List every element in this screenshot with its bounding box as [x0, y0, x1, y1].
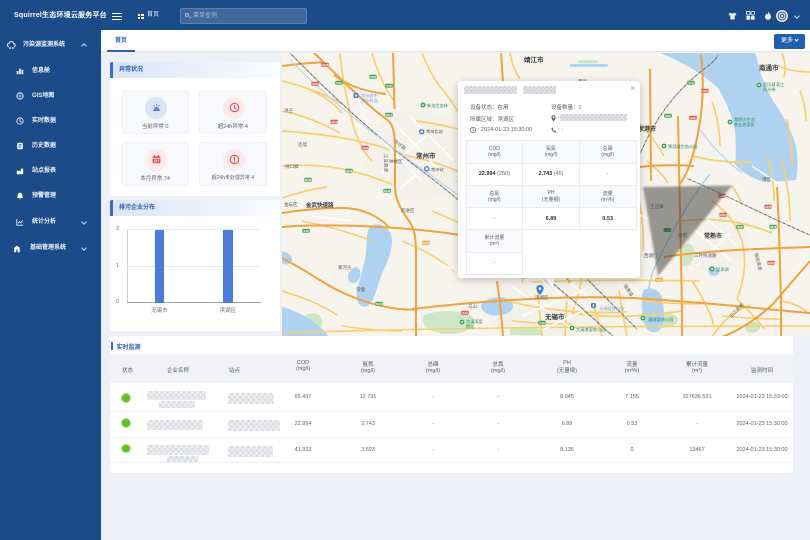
svg-text:S230: S230: [423, 241, 430, 245]
svg-text:S48: S48: [386, 84, 392, 88]
svg-text:S19: S19: [539, 321, 545, 325]
svg-text:S342: S342: [770, 225, 777, 229]
svg-text:S48: S48: [303, 229, 309, 233]
svg-text:风光带: 风光带: [763, 86, 776, 93]
svg-text:洪庄: 洪庄: [284, 107, 293, 114]
svg-text:G42: G42: [462, 311, 468, 315]
svg-text:武进区: 武进区: [401, 207, 415, 214]
svg-text:常州站: 常州站: [431, 166, 444, 173]
svg-text:黄泗浦生态公园: 黄泗浦生态公园: [668, 143, 697, 150]
svg-text:钟楼区: 钟楼区: [389, 158, 403, 165]
svg-text:港区: 港区: [762, 176, 771, 183]
svg-text:连墙: 连墙: [298, 141, 307, 148]
svg-text:漕湖湿地公园: 漕湖湿地公园: [648, 316, 673, 323]
svg-text:G524: G524: [719, 213, 726, 217]
svg-text:雪堰: 雪堰: [356, 286, 365, 293]
svg-text:黄河头: 黄河头: [338, 264, 352, 271]
svg-text:滨湖区: 滨湖区: [535, 294, 549, 301]
svg-text:靖江市: 靖江市: [524, 55, 544, 64]
svg-text:G346: G346: [361, 146, 368, 150]
svg-text:三环快速路: 三环快速路: [694, 252, 717, 259]
svg-text:金坛区: 金坛区: [284, 201, 298, 208]
svg-text:无锡硕放机场: 无锡硕放机场: [599, 305, 624, 312]
svg-text:农业旅游区: 农业旅游区: [734, 121, 755, 128]
svg-text:G346: G346: [321, 63, 328, 67]
svg-text:G233: G233: [311, 82, 318, 86]
svg-text:S39: S39: [336, 81, 342, 85]
svg-text:G204: G204: [767, 261, 774, 265]
svg-text:S240: S240: [305, 178, 312, 182]
svg-text:金武快速路: 金武快速路: [305, 201, 334, 209]
svg-text:S342: S342: [384, 189, 391, 193]
svg-text:昆承湖: 昆承湖: [716, 266, 729, 273]
svg-text:S58: S58: [656, 278, 662, 282]
svg-text:G346: G346: [764, 205, 771, 209]
svg-text:S239: S239: [346, 169, 353, 173]
svg-text:S342: S342: [376, 302, 383, 306]
svg-text:常熟市: 常熟市: [704, 232, 722, 240]
svg-text:S58: S58: [737, 225, 743, 229]
svg-text:常州北站: 常州北站: [426, 128, 443, 135]
svg-text:大溪港湿地公园: 大溪港湿地公园: [576, 326, 605, 333]
svg-text:国际机场: 国际机场: [361, 97, 378, 104]
svg-text:新龙生态林: 新龙生态林: [427, 102, 449, 109]
svg-text:S19: S19: [688, 81, 694, 85]
svg-text:G40: G40: [690, 116, 696, 120]
svg-text:闸口樨: 闸口樨: [285, 163, 299, 170]
svg-text:S121: S121: [386, 113, 393, 117]
svg-text:S122: S122: [370, 75, 377, 79]
svg-text:南通市: 南通市: [759, 63, 779, 72]
svg-text:无锡市: 无锡市: [544, 312, 565, 321]
svg-text:常州市: 常州市: [416, 151, 436, 160]
svg-text:G312: G312: [330, 120, 337, 124]
svg-text:假区: 假区: [466, 323, 474, 330]
svg-text:马山: 马山: [468, 303, 477, 310]
svg-text:S29: S29: [665, 114, 671, 118]
svg-text:S19: S19: [651, 172, 657, 176]
svg-text:G204: G204: [701, 89, 708, 93]
